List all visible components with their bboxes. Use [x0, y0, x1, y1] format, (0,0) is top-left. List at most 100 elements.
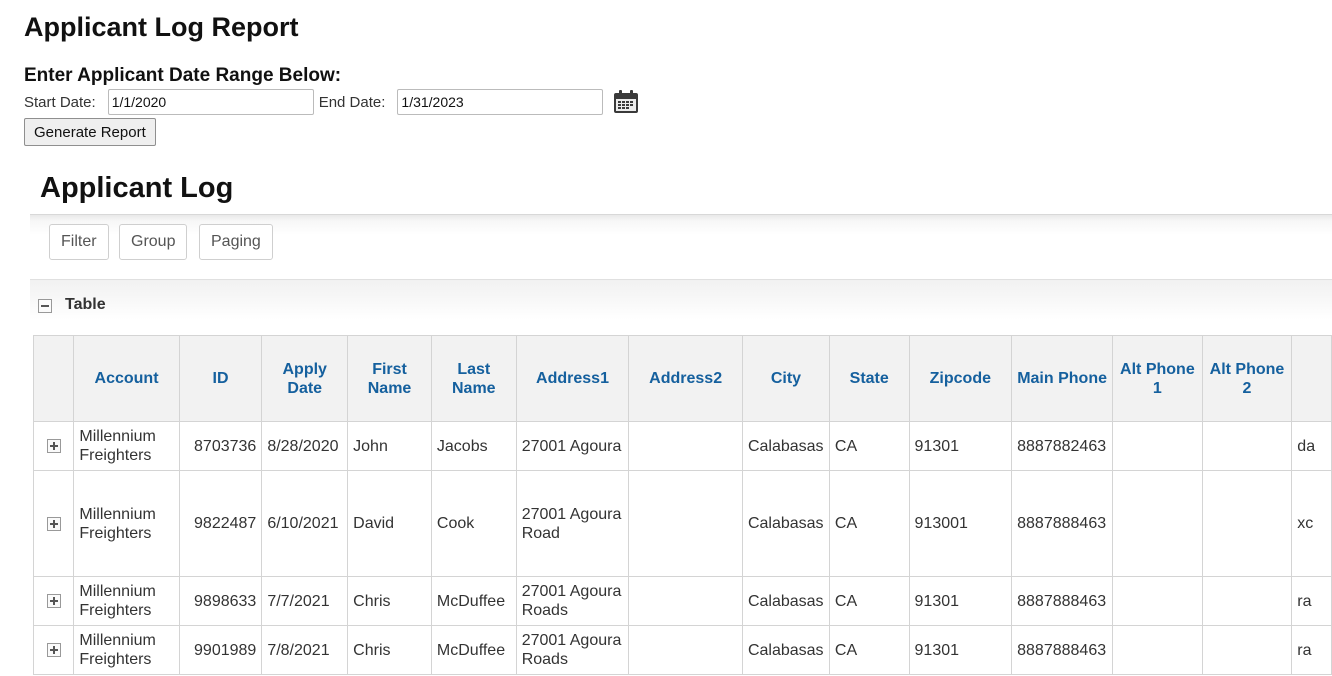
table-cell: Calabasas	[741, 470, 830, 577]
table-cell	[628, 576, 743, 626]
table-cell: Jacobs	[430, 421, 517, 471]
start-date-label: Start Date:	[24, 93, 96, 111]
expand-plus-icon[interactable]	[46, 439, 61, 454]
generate-report-button[interactable]: Generate Report	[24, 118, 156, 146]
table-cell: Millennium Freighters	[73, 576, 180, 626]
date-range-label: Enter Applicant Date Range Below:	[24, 65, 342, 86]
table-cell: 9898633	[178, 576, 263, 626]
table-cell	[628, 470, 743, 577]
column-header[interactable]: Last Name	[430, 335, 517, 422]
column-header[interactable]: Address2	[628, 335, 743, 422]
table-cell: 8703736	[178, 421, 263, 471]
table-cell: Calabasas	[741, 421, 830, 471]
date-range-row: Start Date: End Date:	[24, 88, 639, 116]
table-cell: CA	[828, 470, 910, 577]
table-cell	[1201, 421, 1293, 471]
grid-toolbar: Filter Group Paging	[30, 214, 1332, 280]
applicant-log-title: Applicant Log	[40, 172, 234, 204]
table-row[interactable]: Millennium Freighters 9901989 7/8/2021 Chri…	[33, 625, 1332, 675]
column-header[interactable]: Alt Phone 1	[1112, 335, 1203, 422]
expand-plus-icon[interactable]	[46, 594, 61, 609]
column-header-expander	[33, 335, 75, 422]
column-header[interactable]: City	[741, 335, 830, 422]
table-cell	[628, 625, 743, 675]
table-cell: Millennium Freighters	[73, 470, 180, 577]
table-cell: CA	[828, 625, 910, 675]
table-cell: 8887888463	[1011, 625, 1114, 675]
table-cell: Cook	[430, 470, 517, 577]
table-cell: 7/7/2021	[261, 576, 349, 626]
start-date-input[interactable]	[107, 89, 314, 115]
collapse-minus-icon[interactable]	[38, 299, 52, 313]
table-cell	[628, 421, 743, 471]
expand-plus-icon[interactable]	[46, 643, 61, 658]
report-title: Applicant Log Report	[24, 12, 299, 42]
table-section-label: Table	[65, 296, 106, 313]
table-body: Millennium Freighters 8703736 8/28/2020 Joh…	[33, 421, 1332, 675]
table-cell: ra	[1291, 576, 1332, 626]
table-cell: CA	[828, 576, 910, 626]
table-cell	[1201, 576, 1293, 626]
table-cell: CA	[828, 421, 910, 471]
table-cell: David	[347, 470, 432, 577]
table-cell	[1201, 625, 1293, 675]
table-cell: 27001 Agoura Roads	[515, 625, 630, 675]
row-expander-cell	[33, 576, 75, 626]
row-expander-cell	[33, 421, 75, 471]
table-cell	[1201, 470, 1293, 577]
table-section-header: Table	[30, 280, 1332, 330]
end-date-label: End Date:	[318, 93, 386, 111]
table-row[interactable]: Millennium Freighters 8703736 8/28/2020 Joh…	[33, 421, 1332, 471]
table-cell: Millennium Freighters	[73, 421, 180, 471]
paging-button[interactable]: Paging	[199, 224, 273, 260]
table-cell: 27001 Agoura Road	[515, 470, 630, 577]
column-header[interactable]: Alt Phone 2	[1201, 335, 1293, 422]
table-cell	[1112, 421, 1203, 471]
table-cell: 8887882463	[1011, 421, 1114, 471]
table-cell: Calabasas	[741, 625, 830, 675]
column-header[interactable]: Account	[73, 335, 180, 422]
column-header[interactable]: ID	[178, 335, 263, 422]
page: Applicant Log Report Enter Applicant Dat…	[0, 0, 1332, 676]
table-cell: 91301	[908, 625, 1013, 675]
column-header[interactable]: First Name	[347, 335, 432, 422]
table-cell: 6/10/2021	[261, 470, 349, 577]
applicant-table: Account ID Apply Date First Name Last Na…	[33, 335, 1332, 675]
table-row[interactable]: Millennium Freighters 9898633 7/7/2021 Chri…	[33, 576, 1332, 626]
table-cell	[1112, 576, 1203, 626]
table-cell: McDuffee	[430, 625, 517, 675]
column-header[interactable]: Main Phone	[1011, 335, 1114, 422]
table-cell: 9901989	[178, 625, 263, 675]
table-cell	[1112, 625, 1203, 675]
table-row[interactable]: Millennium Freighters 9822487 6/10/2021 Dav…	[33, 470, 1332, 577]
table-cell: 27001 Agoura Roads	[515, 576, 630, 626]
filter-button[interactable]: Filter	[49, 224, 109, 260]
table-cell: 8/28/2020	[261, 421, 349, 471]
column-header[interactable]: Zipcode	[908, 335, 1013, 422]
column-header[interactable]: State	[828, 335, 910, 422]
table-header-row: Account ID Apply Date First Name Last Na…	[33, 335, 1332, 422]
table-cell: Chris	[347, 625, 432, 675]
column-header[interactable]: Apply Date	[261, 335, 349, 422]
row-expander-cell	[33, 470, 75, 577]
table-cell: da	[1291, 421, 1332, 471]
applicant-grid: Account ID Apply Date First Name Last Na…	[33, 335, 1332, 676]
column-header[interactable]	[1291, 335, 1332, 422]
group-button[interactable]: Group	[119, 224, 188, 260]
table-cell: 7/8/2021	[261, 625, 349, 675]
table-cell: 91301	[908, 576, 1013, 626]
table-cell: 913001	[908, 470, 1013, 577]
calendar-icon[interactable]	[613, 89, 639, 115]
table-cell: Calabasas	[741, 576, 830, 626]
table-cell: 27001 Agoura	[515, 421, 630, 471]
table-cell: 8887888463	[1011, 470, 1114, 577]
table-cell: John	[347, 421, 432, 471]
table-cell: Millennium Freighters	[73, 625, 180, 675]
table-cell: 91301	[908, 421, 1013, 471]
column-header[interactable]: Address1	[515, 335, 630, 422]
table-cell: Chris	[347, 576, 432, 626]
row-expander-cell	[33, 625, 75, 675]
expand-plus-icon[interactable]	[46, 516, 61, 531]
end-date-input[interactable]	[397, 89, 604, 115]
table-cell: 8887888463	[1011, 576, 1114, 626]
